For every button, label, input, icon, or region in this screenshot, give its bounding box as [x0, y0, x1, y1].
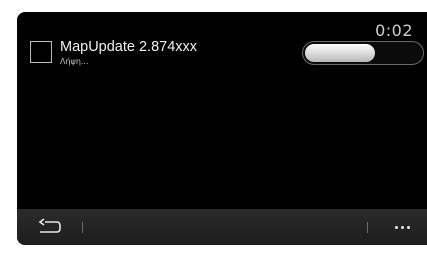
update-list-item[interactable]: MapUpdate 2.874xxx Λήψη...	[30, 39, 424, 70]
download-progress-fill	[305, 44, 375, 62]
bottom-toolbar	[17, 209, 427, 245]
back-button[interactable]	[35, 217, 63, 237]
more-options-button[interactable]	[389, 217, 415, 237]
toolbar-divider-left	[82, 222, 83, 233]
back-arrow-icon	[38, 218, 61, 233]
more-dots-icon	[400, 225, 404, 229]
clock: 0:02	[375, 21, 413, 40]
more-dots-icon	[394, 225, 398, 229]
more-dots-icon	[406, 225, 410, 229]
download-progress-bar	[302, 41, 424, 65]
toolbar-divider-right	[367, 222, 368, 233]
update-title: MapUpdate 2.874xxx	[60, 39, 198, 55]
download-status: Λήψη...	[60, 57, 89, 66]
select-checkbox[interactable]	[30, 41, 52, 63]
device-screen: 0:02 MapUpdate 2.874xxx Λήψη...	[17, 12, 427, 245]
